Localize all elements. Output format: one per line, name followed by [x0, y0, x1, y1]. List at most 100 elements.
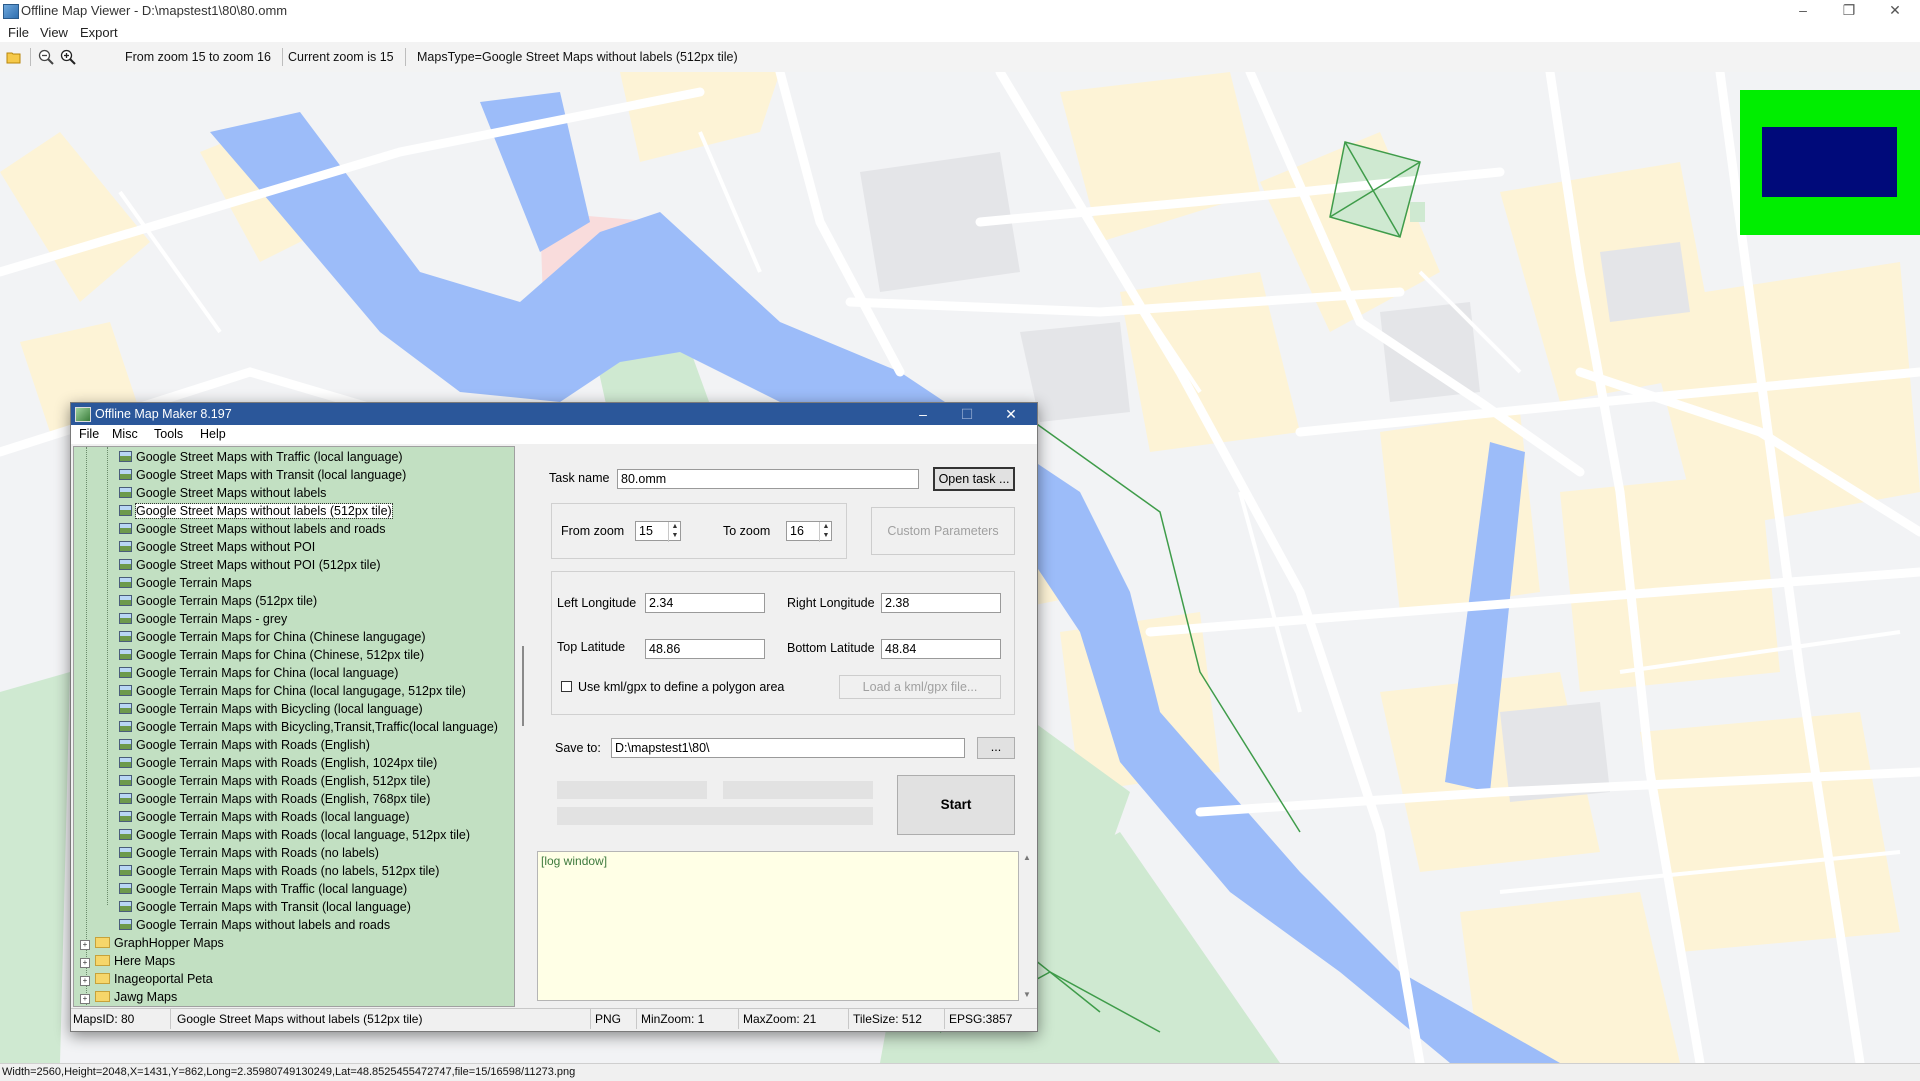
- tree-item-map[interactable]: Google Terrain Maps with Roads (English,…: [119, 772, 430, 790]
- tree-item-map[interactable]: Google Terrain Maps (512px tile): [119, 592, 317, 610]
- dialog-menu-help[interactable]: Help: [200, 427, 226, 441]
- tree-folder-label: Here Maps: [114, 954, 176, 968]
- left-longitude-input[interactable]: 2.34: [645, 593, 765, 613]
- load-kml-button[interactable]: Load a kml/gpx file...: [839, 675, 1001, 699]
- map-icon: [119, 631, 132, 642]
- tree-item-map[interactable]: Google Terrain Maps with Roads (no label…: [119, 862, 439, 880]
- expand-icon[interactable]: +: [80, 940, 90, 950]
- tree-item-label: Google Terrain Maps for China (local lan…: [136, 684, 466, 698]
- left-longitude-label: Left Longitude: [557, 596, 637, 610]
- to-zoom-input[interactable]: 16 ▲ ▼: [786, 521, 832, 542]
- top-latitude-input[interactable]: 48.86: [645, 639, 765, 659]
- map-icon: [119, 865, 132, 876]
- scroll-down-icon[interactable]: ▼: [1019, 990, 1035, 999]
- tree-item-map[interactable]: Google Terrain Maps for China (Chinese, …: [119, 646, 424, 664]
- spin-down-icon[interactable]: ▼: [820, 531, 832, 540]
- map-icon: [119, 523, 132, 534]
- overview-viewport-rect[interactable]: [1762, 127, 1897, 197]
- folder-icon: [95, 937, 110, 948]
- log-window[interactable]: [log window]: [537, 851, 1019, 1001]
- custom-parameters-button[interactable]: Custom Parameters: [871, 507, 1015, 555]
- browse-button[interactable]: ...: [977, 737, 1015, 759]
- tree-item-label: Google Terrain Maps (512px tile): [136, 594, 318, 608]
- tree-item-map[interactable]: Google Street Maps with Transit (local l…: [119, 466, 406, 484]
- to-zoom-spinner[interactable]: ▲ ▼: [819, 522, 832, 542]
- dialog-minimize-button[interactable]: –: [901, 403, 945, 425]
- maps-tree[interactable]: Google Street Maps with Traffic (local l…: [73, 446, 515, 1007]
- tree-item-map[interactable]: Google Terrain Maps with Roads (English): [119, 736, 370, 754]
- tree-item-label: Google Terrain Maps with Roads (no label…: [136, 864, 440, 878]
- tree-folder[interactable]: + GraphHopper Maps: [80, 934, 224, 952]
- tree-item-map[interactable]: Google Street Maps without labels and ro…: [119, 520, 385, 538]
- log-text: [log window]: [541, 854, 608, 868]
- tree-item-map[interactable]: Google Terrain Maps: [119, 574, 252, 592]
- tree-folder[interactable]: + Here Maps: [80, 952, 175, 970]
- tree-item-map[interactable]: Google Street Maps without labels: [119, 484, 326, 502]
- tree-scroll-thumb[interactable]: [522, 646, 524, 726]
- tree-item-map[interactable]: Google Terrain Maps with Roads (no label…: [119, 844, 379, 862]
- dialog-close-button[interactable]: ✕: [989, 403, 1033, 425]
- expand-icon[interactable]: +: [80, 958, 90, 968]
- open-folder-icon[interactable]: [6, 49, 22, 65]
- tree-item-map[interactable]: Google Street Maps without labels (512px…: [119, 502, 393, 520]
- tree-item-map[interactable]: Google Street Maps without POI: [119, 538, 315, 556]
- close-button[interactable]: ✕: [1872, 0, 1918, 22]
- tree-item-map[interactable]: Google Terrain Maps with Roads (English,…: [119, 754, 437, 772]
- zoom-in-icon[interactable]: [60, 49, 76, 65]
- open-task-button[interactable]: Open task ...: [933, 467, 1015, 491]
- menu-view[interactable]: View: [40, 25, 68, 40]
- spin-up-icon[interactable]: ▲: [669, 522, 681, 531]
- expand-icon[interactable]: +: [80, 976, 90, 986]
- toolbar-separator: [405, 48, 406, 66]
- expand-icon[interactable]: +: [80, 994, 90, 1004]
- kml-label[interactable]: Use kml/gpx to define a polygon area: [578, 680, 784, 694]
- map-icon: [119, 739, 132, 750]
- from-zoom-spinner[interactable]: ▲ ▼: [668, 522, 681, 542]
- dialog-menu-tools[interactable]: Tools: [154, 427, 183, 441]
- menu-export[interactable]: Export: [80, 25, 118, 40]
- tree-item-map[interactable]: Google Street Maps with Traffic (local l…: [119, 448, 403, 466]
- bottom-latitude-input[interactable]: 48.84: [881, 639, 1001, 659]
- tree-item-map[interactable]: Google Terrain Maps - grey: [119, 610, 287, 628]
- tree-item-map[interactable]: Google Terrain Maps for China (local lan…: [119, 682, 466, 700]
- tree-item-map[interactable]: Google Terrain Maps with Traffic (local …: [119, 880, 407, 898]
- start-button[interactable]: Start: [897, 775, 1015, 835]
- right-longitude-input[interactable]: 2.38: [881, 593, 1001, 613]
- tree-folder[interactable]: + Jawg Maps: [80, 988, 177, 1006]
- log-scrollbar[interactable]: ▲ ▼: [1019, 851, 1035, 1001]
- tree-item-map[interactable]: Google Terrain Maps without labels and r…: [119, 916, 390, 934]
- map-icon: [119, 847, 132, 858]
- tree-item-map[interactable]: Google Terrain Maps with Bicycling (loca…: [119, 700, 423, 718]
- minimize-button[interactable]: –: [1780, 0, 1826, 22]
- tree-item-label: Google Terrain Maps with Traffic (local …: [136, 882, 408, 896]
- map-icon: [119, 919, 132, 930]
- tree-item-map[interactable]: Google Terrain Maps for China (Chinese l…: [119, 628, 426, 646]
- save-to-input[interactable]: D:\mapstest1\80\: [611, 738, 965, 758]
- spin-down-icon[interactable]: ▼: [669, 531, 681, 540]
- tree-item-map[interactable]: Google Street Maps without POI (512px ti…: [119, 556, 381, 574]
- tree-scrollbar[interactable]: [515, 446, 532, 1005]
- tree-folder[interactable]: + Inageoportal Peta: [80, 970, 213, 988]
- zoom-out-icon[interactable]: [38, 49, 54, 65]
- task-name-input[interactable]: 80.omm: [617, 469, 919, 489]
- tree-item-map[interactable]: Google Terrain Maps with Roads (local la…: [119, 808, 410, 826]
- from-zoom-input[interactable]: 15 ▲ ▼: [635, 521, 681, 542]
- dialog-menu-file[interactable]: File: [79, 427, 99, 441]
- tree-item-label: Google Terrain Maps with Roads (English,…: [136, 792, 431, 806]
- restore-button[interactable]: ❐: [1826, 0, 1872, 22]
- tree-item-map[interactable]: Google Terrain Maps with Roads (local la…: [119, 826, 470, 844]
- scroll-up-icon[interactable]: ▲: [1019, 853, 1035, 862]
- tree-item-label: Google Street Maps with Transit (local l…: [136, 468, 407, 482]
- dialog-menu-misc[interactable]: Misc: [112, 427, 138, 441]
- dialog-title-bar[interactable]: Offline Map Maker 8.197 – ☐ ✕: [71, 403, 1037, 425]
- menu-file[interactable]: File: [8, 25, 29, 40]
- dialog-status-bar: MapsID: 80 Google Street Maps without la…: [71, 1008, 1037, 1030]
- tree-item-map[interactable]: Google Terrain Maps with Bicycling,Trans…: [119, 718, 498, 736]
- dialog-maximize-button[interactable]: ☐: [945, 403, 989, 425]
- tree-item-map[interactable]: Google Terrain Maps with Roads (English,…: [119, 790, 430, 808]
- tree-item-map[interactable]: Google Terrain Maps for China (local lan…: [119, 664, 398, 682]
- tree-item-label: Google Terrain Maps with Roads (no label…: [136, 846, 379, 860]
- tree-item-map[interactable]: Google Terrain Maps with Transit (local …: [119, 898, 411, 916]
- kml-checkbox[interactable]: [561, 681, 572, 692]
- spin-up-icon[interactable]: ▲: [820, 522, 832, 531]
